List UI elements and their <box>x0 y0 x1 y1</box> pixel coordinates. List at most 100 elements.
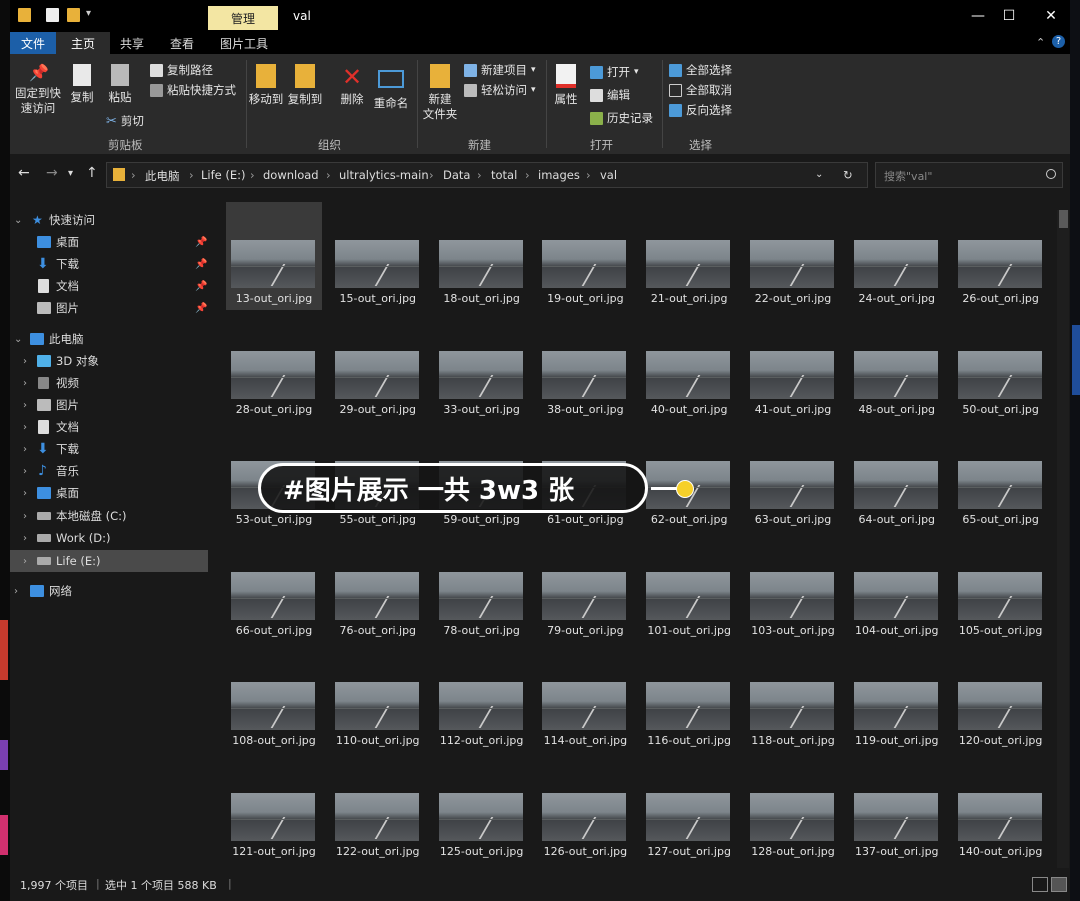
up-arrow-icon[interactable]: ↑ <box>86 165 98 181</box>
invert-selection-button[interactable]: 反向选择 <box>669 102 732 118</box>
file-item[interactable]: 122-out_ori.jpg <box>330 755 426 863</box>
nav-downloads[interactable]: › ⬇ 下载 <box>10 438 208 460</box>
file-item[interactable]: 64-out_ori.jpg <box>849 423 945 531</box>
file-item[interactable]: 120-out_ori.jpg <box>953 644 1049 752</box>
tab-file[interactable]: 文件 <box>10 32 56 54</box>
open-button[interactable]: 打开 ▾ <box>590 64 639 80</box>
file-item[interactable]: 137-out_ori.jpg <box>849 755 945 863</box>
delete-button[interactable]: ✕ 删除 <box>336 64 368 107</box>
breadcrumb-total[interactable]: total <box>491 168 517 182</box>
breadcrumb-data[interactable]: Data <box>443 168 470 182</box>
properties-quick-icon[interactable] <box>46 8 59 22</box>
edit-button[interactable]: 编辑 <box>590 87 630 103</box>
nav-network[interactable]: › 网络 <box>10 580 208 602</box>
nav-videos[interactable]: › 视频 <box>10 372 208 394</box>
forward-arrow-icon[interactable]: → <box>46 165 58 181</box>
nav-this-pc[interactable]: ⌄ 此电脑 <box>10 328 208 350</box>
chevron-right-icon[interactable]: › <box>23 400 27 411</box>
file-item[interactable]: 21-out_ori.jpg <box>641 202 737 310</box>
file-item[interactable]: 105-out_ori.jpg <box>953 534 1049 642</box>
file-item[interactable]: 40-out_ori.jpg <box>641 313 737 421</box>
breadcrumb-download[interactable]: download <box>263 168 319 182</box>
chevron-right-icon[interactable]: › <box>14 586 18 597</box>
nav-documents[interactable]: › 文档 <box>10 416 208 438</box>
file-item[interactable]: 28-out_ori.jpg <box>226 313 322 421</box>
breadcrumb-this-pc[interactable]: 此电脑 <box>145 168 180 184</box>
file-item[interactable]: 13-out_ori.jpg <box>226 202 322 310</box>
nav-drive-e[interactable]: › Life (E:) <box>10 550 208 572</box>
chevron-right-icon[interactable]: › <box>23 556 27 567</box>
file-item[interactable]: 38-out_ori.jpg <box>537 313 633 421</box>
file-item[interactable]: 121-out_ori.jpg <box>226 755 322 863</box>
file-item[interactable]: 19-out_ori.jpg <box>537 202 633 310</box>
new-item-button[interactable]: 新建项目 ▾ <box>464 62 536 78</box>
details-view-button[interactable] <box>1032 877 1048 892</box>
pin-quick-access-button[interactable]: 📌 固定到快 速访问 <box>12 64 64 116</box>
file-item[interactable]: 22-out_ori.jpg <box>745 202 841 310</box>
chevron-right-icon[interactable]: › <box>23 444 27 455</box>
address-dropdown-icon[interactable]: ⌄ <box>815 169 823 180</box>
file-item[interactable]: 140-out_ori.jpg <box>953 755 1049 863</box>
chevron-right-icon[interactable]: › <box>23 511 27 522</box>
file-item[interactable]: 50-out_ori.jpg <box>953 313 1049 421</box>
move-to-button[interactable]: 移动到 <box>248 64 284 107</box>
file-item[interactable]: 24-out_ori.jpg <box>849 202 945 310</box>
nav-pictures[interactable]: › 图片 <box>10 394 208 416</box>
file-item[interactable]: 63-out_ori.jpg <box>745 423 841 531</box>
file-item[interactable]: 108-out_ori.jpg <box>226 644 322 752</box>
customize-quick-access-icon[interactable]: ▾ <box>86 8 91 19</box>
chevron-down-icon[interactable]: ⌄ <box>14 215 22 226</box>
nav-quick-pictures[interactable]: 图片 📌 <box>10 297 208 319</box>
refresh-icon[interactable]: ↻ <box>843 168 853 182</box>
file-item[interactable]: 48-out_ori.jpg <box>849 313 945 421</box>
history-button[interactable]: 历史记录 <box>590 110 653 126</box>
select-all-button[interactable]: 全部选择 <box>669 62 732 78</box>
file-item[interactable]: 26-out_ori.jpg <box>953 202 1049 310</box>
file-item[interactable]: 126-out_ori.jpg <box>537 755 633 863</box>
file-item[interactable]: 33-out_ori.jpg <box>434 313 530 421</box>
vertical-scrollbar[interactable] <box>1057 210 1069 868</box>
file-item[interactable]: 79-out_ori.jpg <box>537 534 633 642</box>
chevron-right-icon[interactable]: › <box>23 422 27 433</box>
file-item[interactable]: 104-out_ori.jpg <box>849 534 945 642</box>
tab-view[interactable]: 查看 <box>160 32 204 54</box>
easy-access-button[interactable]: 轻松访问 ▾ <box>464 82 536 98</box>
address-bar[interactable]: › 此电脑 › Life (E:) › download › ultralyti… <box>106 162 868 188</box>
breadcrumb-ultralytics-main[interactable]: ultralytics-main <box>339 168 429 182</box>
new-folder-button[interactable]: 新建 文件夹 <box>420 64 460 122</box>
nav-quick-documents[interactable]: 文档 📌 <box>10 275 208 297</box>
nav-quick-desktop[interactable]: 桌面 📌 <box>10 231 208 253</box>
copy-path-button[interactable]: 复制路径 <box>150 62 213 78</box>
nav-desktop[interactable]: › 桌面 <box>10 482 208 504</box>
copy-to-button[interactable]: 复制到 <box>287 64 323 107</box>
file-item[interactable]: 62-out_ori.jpg <box>641 423 737 531</box>
chevron-right-icon[interactable]: › <box>23 356 27 367</box>
file-item[interactable]: 128-out_ori.jpg <box>745 755 841 863</box>
chevron-right-icon[interactable]: › <box>23 466 27 477</box>
nav-quick-downloads[interactable]: ⬇ 下载 📌 <box>10 253 208 275</box>
file-item[interactable]: 118-out_ori.jpg <box>745 644 841 752</box>
file-item[interactable]: 112-out_ori.jpg <box>434 644 530 752</box>
chevron-right-icon[interactable]: › <box>23 378 27 389</box>
nav-music[interactable]: › ♪ 音乐 <box>10 460 208 482</box>
copy-button[interactable]: 复制 <box>66 64 98 105</box>
scrollbar-thumb[interactable] <box>1059 210 1068 228</box>
file-item[interactable]: 101-out_ori.jpg <box>641 534 737 642</box>
file-item[interactable]: 41-out_ori.jpg <box>745 313 841 421</box>
chevron-down-icon[interactable]: ⌄ <box>14 334 22 345</box>
help-icon[interactable]: ? <box>1052 35 1065 48</box>
cut-button[interactable]: ✂ 剪切 <box>106 113 144 129</box>
breadcrumb-life-e[interactable]: Life (E:) <box>201 168 246 182</box>
minimize-button[interactable]: — <box>962 6 994 26</box>
maximize-button[interactable]: ☐ <box>993 6 1025 26</box>
close-button[interactable]: ✕ <box>1035 6 1067 26</box>
file-item[interactable]: 114-out_ori.jpg <box>537 644 633 752</box>
chevron-right-icon[interactable]: › <box>23 533 27 544</box>
tab-home[interactable]: 主页 <box>56 32 110 54</box>
large-icons-view-button[interactable] <box>1051 877 1067 892</box>
file-item[interactable]: 18-out_ori.jpg <box>434 202 530 310</box>
nav-drive-d[interactable]: › Work (D:) <box>10 527 208 549</box>
select-none-button[interactable]: 全部取消 <box>669 82 732 98</box>
file-item[interactable]: 116-out_ori.jpg <box>641 644 737 752</box>
breadcrumb-val[interactable]: val <box>600 168 617 182</box>
